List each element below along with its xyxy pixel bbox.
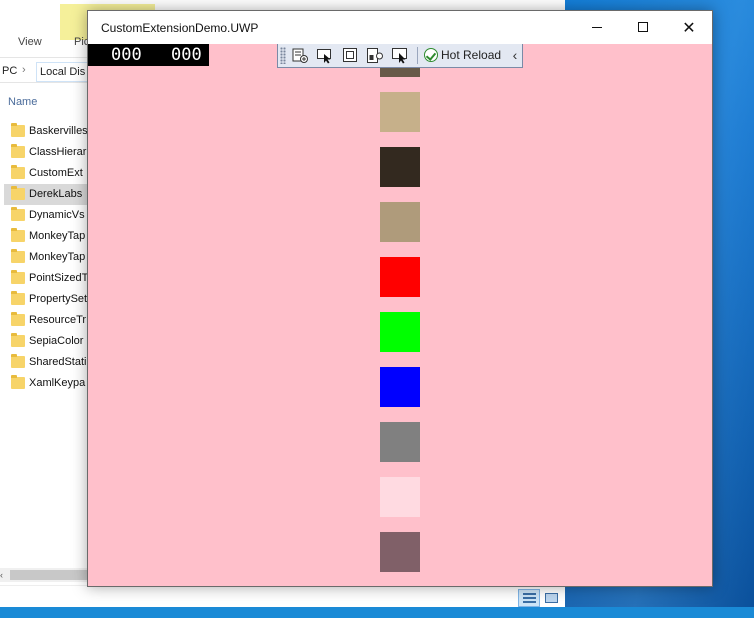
folder-icon xyxy=(11,312,25,326)
binding-failures-icon[interactable] xyxy=(391,47,409,64)
file-name: PropertySet xyxy=(29,293,88,305)
hot-reload-button[interactable]: Hot Reload xyxy=(421,46,507,65)
frame-rate-counter: 000 000 xyxy=(88,44,209,66)
file-name: DynamicVs xyxy=(29,209,85,221)
collapse-toolbar-button[interactable]: ‹ xyxy=(509,46,521,65)
check-circle-icon xyxy=(424,48,438,62)
file-row[interactable]: CustomExt xyxy=(4,163,92,184)
file-row[interactable]: MonkeyTap xyxy=(4,226,92,247)
file-row[interactable]: SepiaColor xyxy=(4,331,92,352)
color-swatch xyxy=(380,147,420,187)
app-content: 000 000 Hot Reload ‹ xyxy=(88,44,712,586)
file-name: PointSizedT xyxy=(29,272,89,284)
breadcrumb-pc[interactable]: PC xyxy=(2,65,17,77)
column-header-name[interactable]: Name xyxy=(8,96,37,108)
window-title: CustomExtensionDemo.UWP xyxy=(101,21,259,35)
horizontal-scrollbar[interactable]: ‹ xyxy=(0,568,90,582)
breadcrumb-local-disk[interactable]: Local Dis xyxy=(36,62,90,82)
color-swatch xyxy=(380,202,420,242)
color-swatch xyxy=(380,477,420,517)
live-visual-tree-icon[interactable] xyxy=(291,47,309,64)
maximize-button[interactable] xyxy=(620,11,666,44)
file-name: Baskervilles xyxy=(29,125,88,137)
details-view-icon xyxy=(523,593,536,603)
folder-icon xyxy=(11,270,25,284)
frame-counter-left: 000 xyxy=(111,45,142,65)
file-row[interactable]: DynamicVs xyxy=(4,205,92,226)
status-bar xyxy=(0,585,565,607)
scrollbar-thumb[interactable] xyxy=(10,570,90,580)
frame-counter-right: 000 xyxy=(171,45,202,65)
uwp-app-window: CustomExtensionDemo.UWP ✕ 000 000 Hot Re… xyxy=(87,10,713,587)
file-row[interactable]: MonkeyTap xyxy=(4,247,92,268)
color-swatch xyxy=(380,367,420,407)
tab-view[interactable]: View xyxy=(18,36,42,48)
chevron-left-icon: ‹ xyxy=(512,47,518,63)
folder-icon xyxy=(11,207,25,221)
folder-icon xyxy=(11,291,25,305)
file-row[interactable]: PointSizedT xyxy=(4,268,92,289)
file-name: MonkeyTap xyxy=(29,230,86,242)
maximize-icon xyxy=(638,22,648,32)
file-row[interactable]: ResourceTr xyxy=(4,310,92,331)
file-name: MonkeyTap xyxy=(29,251,86,263)
track-focus-icon[interactable] xyxy=(366,47,384,64)
title-bar[interactable]: CustomExtensionDemo.UWP ✕ xyxy=(88,11,712,44)
color-swatch xyxy=(380,92,420,132)
file-list: Baskervilles ClassHierar CustomExt DerekLab… xyxy=(4,121,96,394)
file-name: CustomExt xyxy=(29,167,83,179)
file-name: ClassHierar xyxy=(29,146,87,158)
details-view-button[interactable] xyxy=(518,589,540,607)
file-name: SharedStati xyxy=(29,356,87,368)
folder-icon xyxy=(11,165,25,179)
xaml-debug-toolbar: Hot Reload ‹ xyxy=(277,44,523,68)
folder-icon xyxy=(11,354,25,368)
folder-icon xyxy=(11,333,25,347)
minimize-button[interactable] xyxy=(574,11,620,44)
file-row[interactable]: ClassHierar xyxy=(4,142,92,163)
taskbar xyxy=(0,607,754,618)
toolbar-separator xyxy=(417,47,418,64)
file-row[interactable]: SharedStati xyxy=(4,352,92,373)
file-name: ResourceTr xyxy=(29,314,87,326)
large-icons-view-button[interactable] xyxy=(542,589,562,607)
folder-icon xyxy=(11,144,25,158)
hot-reload-label: Hot Reload xyxy=(441,48,502,62)
color-swatch xyxy=(380,312,420,352)
file-name: DerekLabs xyxy=(29,188,83,200)
file-row[interactable]: PropertySet xyxy=(4,289,92,310)
folder-icon xyxy=(11,228,25,242)
file-row[interactable]: Baskervilles xyxy=(4,121,92,142)
scroll-left-icon[interactable]: ‹ xyxy=(0,570,3,580)
toolbar-grip[interactable] xyxy=(280,47,286,64)
color-swatch xyxy=(380,422,420,462)
color-swatch xyxy=(380,532,420,572)
folder-icon xyxy=(11,249,25,263)
select-element-icon[interactable] xyxy=(316,47,334,64)
display-layout-adorners-icon[interactable] xyxy=(341,47,359,64)
color-swatch xyxy=(380,257,420,297)
file-name: SepiaColor xyxy=(29,335,84,347)
file-name: XamlKeypa xyxy=(29,377,86,389)
close-icon: ✕ xyxy=(682,18,696,37)
large-icons-view-icon xyxy=(545,593,558,603)
folder-icon xyxy=(11,375,25,389)
close-button[interactable]: ✕ xyxy=(666,11,712,44)
folder-icon xyxy=(11,123,25,137)
folder-icon xyxy=(11,186,25,200)
file-row[interactable]: XamlKeypa xyxy=(4,373,92,394)
minimize-icon xyxy=(592,27,602,28)
file-row[interactable]: DerekLabs xyxy=(4,184,92,205)
breadcrumb-separator-icon: › xyxy=(22,64,26,76)
